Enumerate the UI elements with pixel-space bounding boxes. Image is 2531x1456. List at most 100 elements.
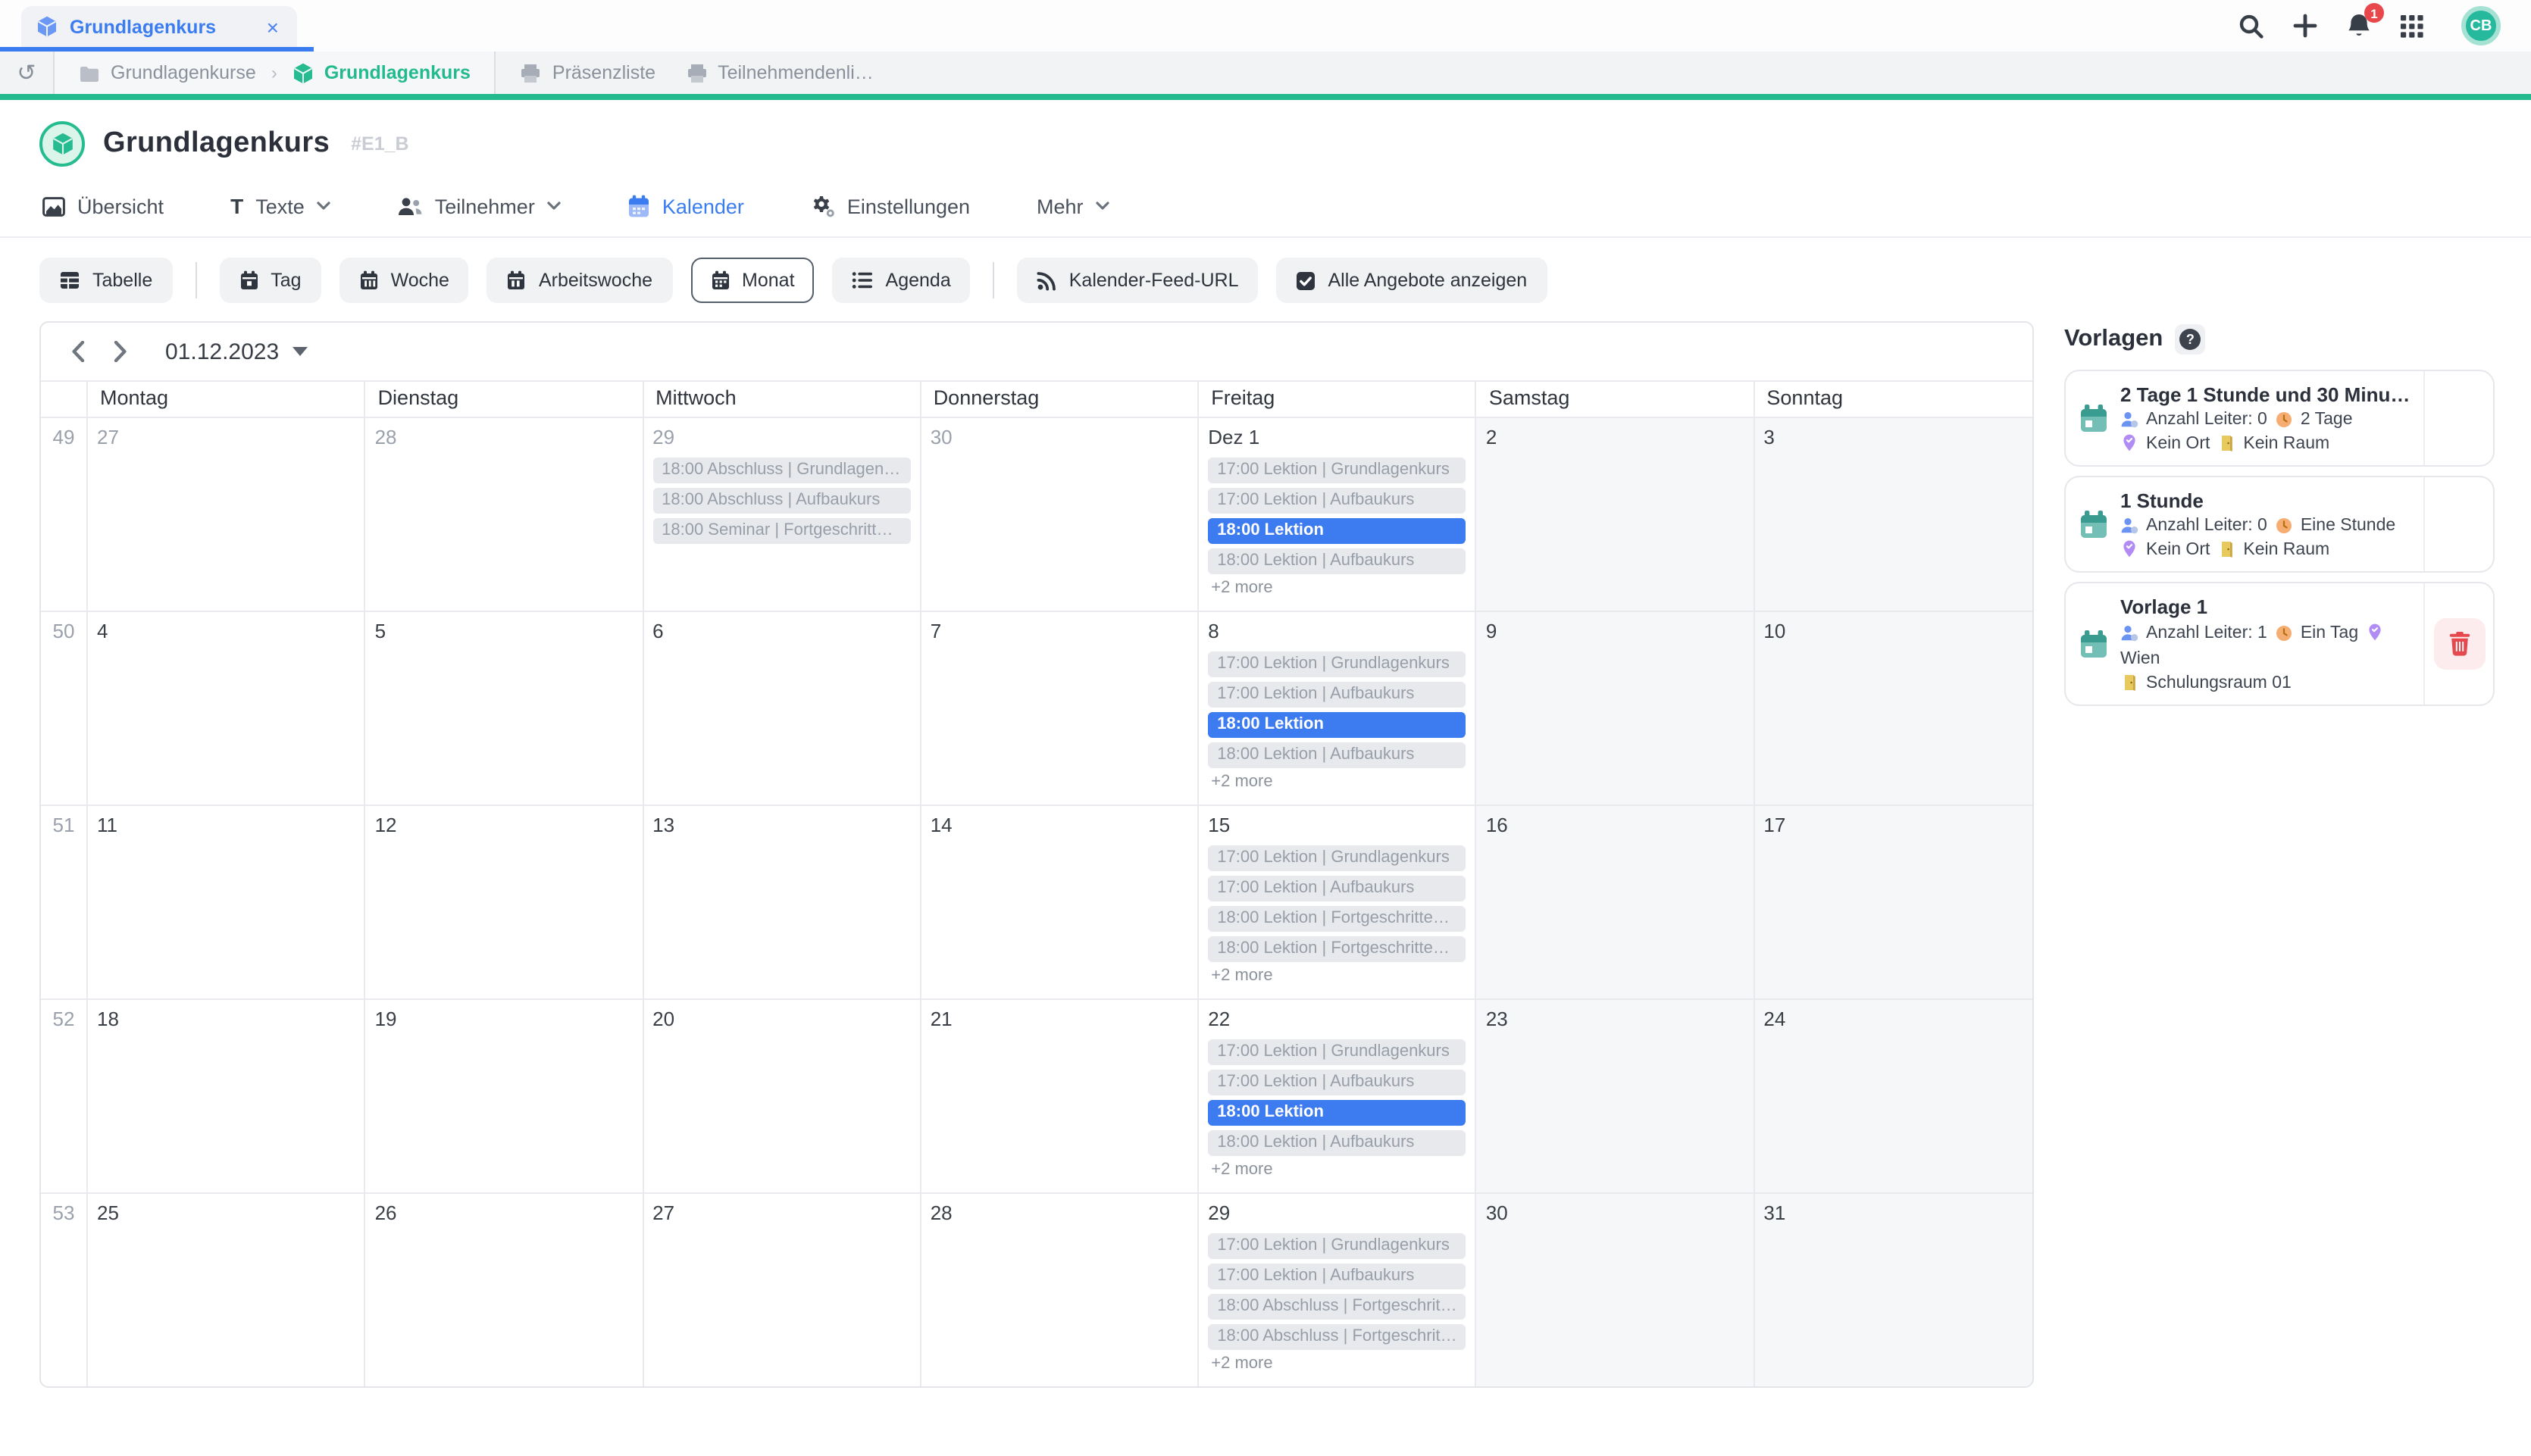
tab-einstellungen[interactable]: Einstellungen xyxy=(811,195,970,217)
day-cell[interactable]: 19 xyxy=(366,1000,644,1192)
day-cell[interactable]: 24 xyxy=(1754,1000,2032,1192)
day-cell[interactable]: 3 xyxy=(1754,418,2032,611)
search-icon[interactable] xyxy=(2238,13,2264,39)
calendar-event[interactable]: 18:00 Lektion xyxy=(1208,712,1466,738)
day-cell[interactable]: 11 xyxy=(88,806,366,998)
day-cell[interactable]: 13 xyxy=(643,806,921,998)
tab-uebersicht[interactable]: Übersicht xyxy=(42,195,164,217)
agenda-button[interactable]: Agenda xyxy=(833,258,971,303)
delete-template-button[interactable] xyxy=(2433,618,2485,670)
calendar-event[interactable]: 17:00 Lektion | Aufbaukurs xyxy=(1208,1070,1466,1095)
calendar-event[interactable]: 18:00 Lektion | Fortgeschritten… xyxy=(1208,906,1466,932)
day-cell[interactable]: 21 xyxy=(921,1000,1200,1192)
template-card[interactable]: Vorlage 1Anzahl Leiter: 1Ein TagWienSchu… xyxy=(2064,582,2495,706)
calendar-event[interactable]: 18:00 Abschluss | Fortgeschrit… xyxy=(1208,1294,1466,1320)
date-picker[interactable]: 01.12.2023 xyxy=(165,339,308,364)
prev-month-button[interactable] xyxy=(56,330,99,373)
day-cell[interactable]: 4 xyxy=(88,612,366,805)
calendar-event[interactable]: 17:00 Lektion | Aufbaukurs xyxy=(1208,682,1466,708)
calendar-event[interactable]: 18:00 Abschluss | Aufbaukurs xyxy=(652,488,911,514)
notifications-bell-icon[interactable]: 1 xyxy=(2346,12,2372,39)
calendar-event[interactable]: 18:00 Lektion xyxy=(1208,1100,1466,1126)
template-card[interactable]: 2 Tage 1 Stunde und 30 Minu…Anzahl Leite… xyxy=(2064,370,2495,467)
woche-button[interactable]: Woche xyxy=(339,258,469,303)
alle-angebote-anzeigen-button[interactable]: Alle Angebote anzeigen xyxy=(1276,258,1547,303)
history-icon[interactable]: ↺ xyxy=(0,52,55,94)
tag-button[interactable]: Tag xyxy=(219,258,321,303)
calendar-event[interactable]: 18:00 Lektion | Aufbaukurs xyxy=(1208,1130,1466,1156)
print-praesenzliste[interactable]: Präsenzliste xyxy=(521,62,655,83)
day-cell[interactable]: 2917:00 Lektion | Grundlagenkurs17:00 Le… xyxy=(1199,1194,1477,1386)
day-cell[interactable]: 9 xyxy=(1477,612,1755,805)
day-cell[interactable]: 10 xyxy=(1754,612,2032,805)
next-month-button[interactable] xyxy=(99,330,141,373)
day-cell[interactable]: 31 xyxy=(1754,1194,2032,1386)
close-icon[interactable]: × xyxy=(264,16,282,37)
tabelle-button[interactable]: Tabelle xyxy=(39,258,172,303)
template-card[interactable]: 1 StundeAnzahl Leiter: 0Eine StundeKein … xyxy=(2064,476,2495,573)
calendar-event[interactable]: 17:00 Lektion | Aufbaukurs xyxy=(1208,488,1466,514)
kalender-feed-url-button[interactable]: Kalender-Feed-URL xyxy=(1018,258,1259,303)
breadcrumb-item-grundlagenkurse[interactable]: Grundlagenkurse xyxy=(79,62,256,83)
apps-grid-icon[interactable] xyxy=(2401,14,2423,37)
tab-kalender[interactable]: Kalender xyxy=(627,194,744,218)
app-tab[interactable]: Grundlagenkurs × xyxy=(21,6,297,47)
calendar-event[interactable]: 17:00 Lektion | Grundlagenkurs xyxy=(1208,458,1466,483)
day-cell[interactable]: 5 xyxy=(366,612,644,805)
calendar-event[interactable]: 17:00 Lektion | Grundlagenkurs xyxy=(1208,651,1466,677)
help-icon[interactable]: ? xyxy=(2175,324,2205,355)
calendar-event[interactable]: 18:00 Seminar | Fortgeschritte… xyxy=(652,518,911,544)
day-cell[interactable]: 2918:00 Abschluss | Grundlagen…18:00 Abs… xyxy=(643,418,921,611)
day-cell[interactable]: 7 xyxy=(921,612,1200,805)
print-teilnehmendenliste[interactable]: Teilnehmendenli… xyxy=(686,62,874,83)
day-cell[interactable]: 17 xyxy=(1754,806,2032,998)
day-cell[interactable]: 14 xyxy=(921,806,1200,998)
day-cell[interactable]: Dez 117:00 Lektion | Grundlagenkurs17:00… xyxy=(1199,418,1477,611)
more-events-link[interactable]: +2 more xyxy=(1208,967,1466,985)
calendar-event[interactable]: 18:00 Lektion | Fortgeschritten… xyxy=(1208,936,1466,962)
tab-teilnehmer[interactable]: Teilnehmer xyxy=(397,195,561,217)
arbeitswoche-button[interactable]: Arbeitswoche xyxy=(487,258,672,303)
calendar-event[interactable]: 17:00 Lektion | Aufbaukurs xyxy=(1208,1264,1466,1289)
avatar[interactable]: CB xyxy=(2461,6,2501,45)
tab-texte[interactable]: T Texte xyxy=(230,194,330,218)
calendar-event[interactable]: 17:00 Lektion | Aufbaukurs xyxy=(1208,876,1466,901)
more-events-link[interactable]: +2 more xyxy=(1208,1161,1466,1179)
day-cell[interactable]: 20 xyxy=(643,1000,921,1192)
calendar-event[interactable]: 18:00 Abschluss | Grundlagen… xyxy=(652,458,911,483)
day-cell[interactable]: 27 xyxy=(88,418,366,611)
calendar-event[interactable]: 18:00 Lektion | Aufbaukurs xyxy=(1208,548,1466,574)
more-events-link[interactable]: +2 more xyxy=(1208,579,1466,597)
day-cell[interactable]: 26 xyxy=(366,1194,644,1386)
day-cell[interactable]: 28 xyxy=(921,1194,1200,1386)
day-cell[interactable]: 817:00 Lektion | Grundlagenkurs17:00 Lek… xyxy=(1199,612,1477,805)
calendar-event[interactable]: 18:00 Lektion | Aufbaukurs xyxy=(1208,742,1466,768)
calendar-week-icon xyxy=(359,270,379,291)
day-cell[interactable]: 28 xyxy=(366,418,644,611)
more-events-link[interactable]: +2 more xyxy=(1208,773,1466,791)
day-cell[interactable]: 30 xyxy=(1477,1194,1755,1386)
day-cell[interactable]: 2217:00 Lektion | Grundlagenkurs17:00 Le… xyxy=(1199,1000,1477,1192)
day-cell[interactable]: 27 xyxy=(643,1194,921,1386)
add-icon[interactable] xyxy=(2293,14,2317,38)
day-cell[interactable]: 2 xyxy=(1477,418,1755,611)
day-cell[interactable]: 1517:00 Lektion | Grundlagenkurs17:00 Le… xyxy=(1199,806,1477,998)
calendar-event[interactable]: 18:00 Lektion xyxy=(1208,518,1466,544)
monat-button[interactable]: Monat xyxy=(690,258,815,303)
day-cell[interactable]: 18 xyxy=(88,1000,366,1192)
calendar-event[interactable]: 18:00 Abschluss | Fortgeschrit… xyxy=(1208,1324,1466,1350)
day-cell[interactable]: 30 xyxy=(921,418,1200,611)
tab-mehr[interactable]: Mehr xyxy=(1037,195,1109,217)
day-cell[interactable]: 16 xyxy=(1477,806,1755,998)
day-number: 14 xyxy=(931,814,953,836)
day-cell[interactable]: 23 xyxy=(1477,1000,1755,1192)
calendar-event[interactable]: 17:00 Lektion | Grundlagenkurs xyxy=(1208,845,1466,871)
day-cell[interactable]: 25 xyxy=(88,1194,366,1386)
breadcrumb-item-grundlagenkurs[interactable]: Grundlagenkurs xyxy=(293,61,471,84)
day-cell[interactable]: 6 xyxy=(643,612,921,805)
day-cell[interactable]: 12 xyxy=(366,806,644,998)
breadcrumb-separator: › xyxy=(271,62,277,83)
calendar-event[interactable]: 17:00 Lektion | Grundlagenkurs xyxy=(1208,1039,1466,1065)
more-events-link[interactable]: +2 more xyxy=(1208,1354,1466,1373)
calendar-event[interactable]: 17:00 Lektion | Grundlagenkurs xyxy=(1208,1233,1466,1259)
